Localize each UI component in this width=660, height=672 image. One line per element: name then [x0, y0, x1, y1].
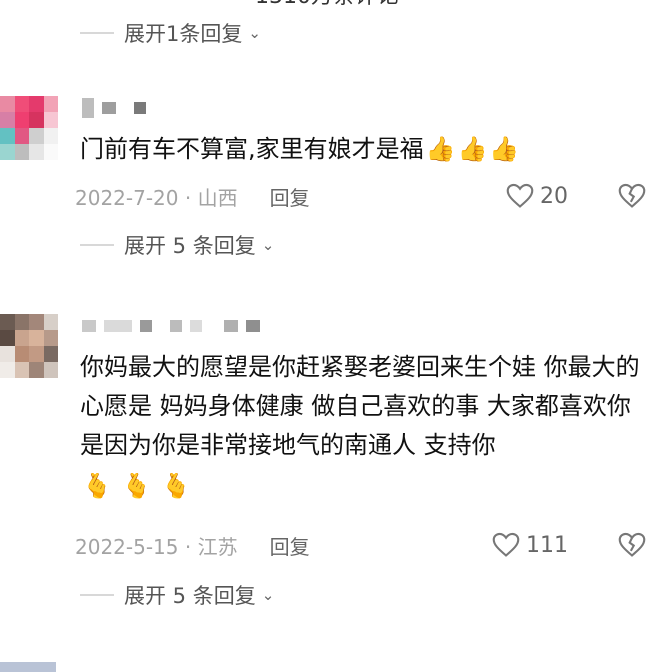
finger-heart-emoji: 🫰: [121, 472, 152, 500]
heart-icon: [506, 183, 534, 208]
finger-heart-emoji: 🫰: [82, 472, 112, 500]
divider-line: [80, 594, 114, 596]
username[interactable]: [82, 320, 260, 332]
expand-replies-label: 展开 5 条回复: [124, 584, 256, 608]
comment-text: 门前有车不算富,家里有娘才是福👍👍👍: [80, 130, 642, 169]
comment-date-location: 2022-7-20 · 山西: [75, 185, 238, 210]
next-comment-peek: [0, 658, 660, 672]
cut-off-text: 1310万条评论: [255, 0, 399, 10]
comment-meta: 2022-7-20 · 山西 回复 20: [75, 179, 646, 213]
expand-replies-button[interactable]: 展开 5 条回复 ⌄: [80, 580, 274, 610]
chevron-down-icon: ⌄: [248, 24, 261, 42]
divider-line: [80, 244, 114, 246]
comment-text: 你妈最大的愿望是你赶紧娶老婆回来生个娃 你最大的心愿是 妈妈身体健康 做自己喜欢…: [80, 348, 642, 506]
avatar[interactable]: [0, 314, 58, 378]
expand-replies-button[interactable]: 展开 5 条回复 ⌄: [80, 230, 274, 260]
expand-replies-label: 展开1条回复: [124, 22, 243, 46]
chevron-down-icon: ⌄: [261, 586, 275, 604]
thumbs-up-emoji: 👍: [489, 135, 520, 163]
chevron-down-icon: ⌄: [261, 236, 275, 254]
avatar[interactable]: [0, 662, 56, 672]
like-count: 111: [526, 532, 568, 558]
comment-body: 门前有车不算富,家里有娘才是福: [80, 135, 424, 163]
finger-heart-emoji: 🫰: [161, 472, 191, 500]
thumbs-up-emoji: 👍: [457, 135, 488, 163]
thumbs-up-emoji: 👍: [425, 135, 456, 163]
expand-replies-button-top[interactable]: 展开1条回复 ⌄: [80, 18, 261, 48]
heart-icon: [492, 532, 520, 557]
username[interactable]: [82, 98, 146, 118]
expand-replies-label: 展开 5 条回复: [124, 234, 256, 258]
divider-line: [80, 32, 114, 34]
comment-body: 你妈最大的愿望是你赶紧娶老婆回来生个娃 你最大的心愿是 妈妈身体健康 做自己喜欢…: [80, 353, 640, 459]
avatar[interactable]: [0, 96, 58, 160]
reply-button[interactable]: 回复: [270, 182, 310, 211]
dislike-broken-heart-icon[interactable]: [618, 183, 646, 209]
reply-button[interactable]: 回复: [270, 531, 310, 560]
like-count: 20: [540, 183, 568, 209]
like-button[interactable]: 20: [506, 183, 568, 209]
comment-date-location: 2022-5-15 · 江苏: [75, 534, 238, 559]
dislike-broken-heart-icon[interactable]: [618, 532, 646, 558]
like-button[interactable]: 111: [492, 532, 568, 558]
comment-meta: 2022-5-15 · 江苏 回复 111: [75, 528, 646, 562]
